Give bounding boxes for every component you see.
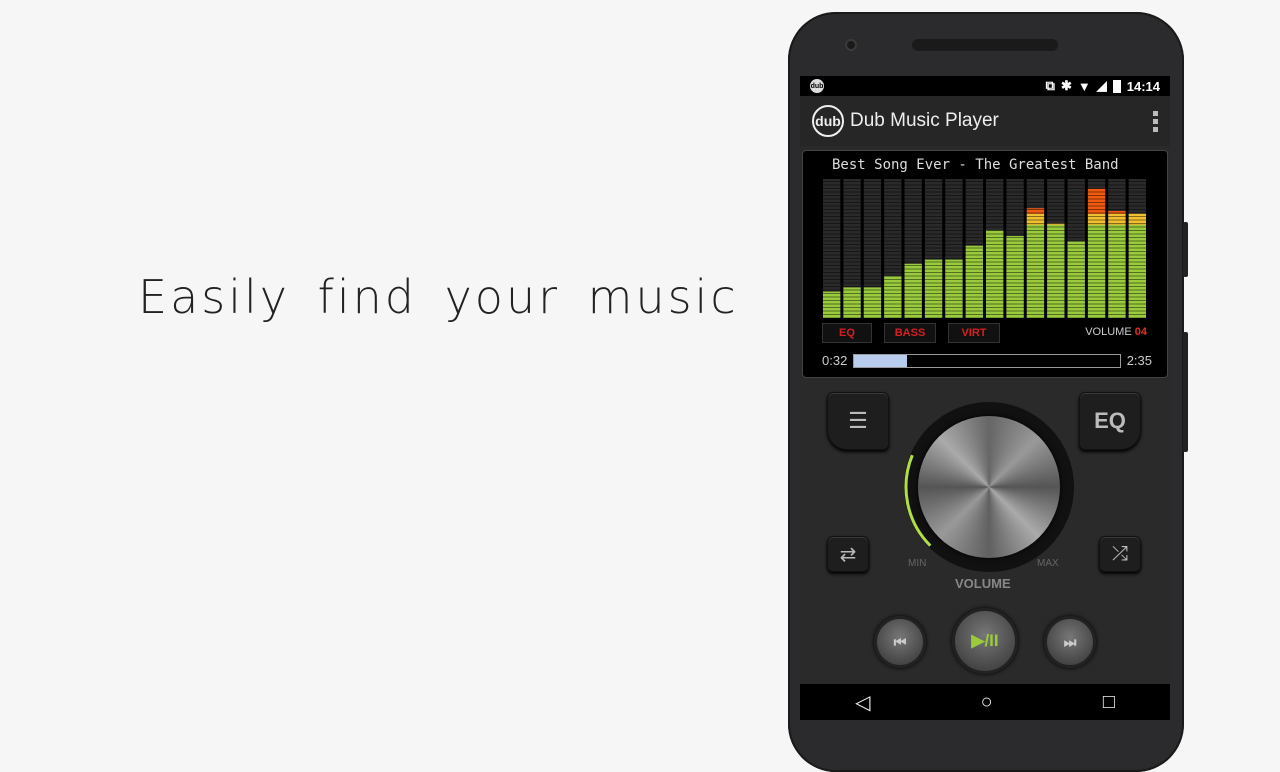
min-label: MIN xyxy=(908,558,927,569)
power-button xyxy=(1183,222,1188,277)
eq-scanline xyxy=(822,258,1148,259)
eq-scanline xyxy=(822,205,1148,207)
eq-scanline xyxy=(822,237,1148,238)
equalizer-visualizer xyxy=(822,179,1148,318)
eq-scanline xyxy=(822,307,1148,308)
volume-value: 04 xyxy=(1134,326,1147,338)
home-button[interactable]: ○ xyxy=(981,691,993,714)
volume-caption: VOLUME xyxy=(955,576,1011,591)
eq-scanline xyxy=(822,230,1148,231)
wifi-icon: ▼ xyxy=(1077,78,1091,94)
eq-scanline xyxy=(822,212,1148,214)
eq-scanline xyxy=(822,209,1148,210)
eq-scanline xyxy=(822,195,1148,196)
shuffle-icon: ⤮ xyxy=(1112,542,1128,565)
eq-scanline xyxy=(822,279,1148,280)
eq-scanline xyxy=(822,268,1148,270)
dub-notification-icon: dub xyxy=(810,79,824,93)
back-button[interactable]: ◁ xyxy=(855,690,870,715)
repeat-button[interactable]: ⇄ xyxy=(827,536,869,572)
seek-fill xyxy=(854,354,908,367)
volume-knob[interactable] xyxy=(918,416,1060,558)
eq-scanline xyxy=(822,314,1148,315)
next-button[interactable]: ⏭ xyxy=(1044,616,1096,668)
eq-button[interactable]: EQ xyxy=(1079,392,1141,450)
volume-label: VOLUME xyxy=(1085,326,1132,338)
eq-scanline xyxy=(822,188,1148,189)
list-icon: ☰ xyxy=(848,408,868,433)
eq-bar-level xyxy=(843,287,861,318)
bass-toggle[interactable]: BASS xyxy=(884,323,936,343)
eq-scanline xyxy=(822,286,1148,287)
camera xyxy=(845,39,857,51)
repeat-icon: ⇄ xyxy=(839,543,857,566)
eq-scanline xyxy=(822,275,1148,277)
eq-scanline xyxy=(822,247,1148,249)
eq-scanline xyxy=(822,293,1148,294)
eq-scanline xyxy=(822,198,1148,200)
eq-scanline xyxy=(822,181,1148,182)
player-display: Best Song Ever - The Greatest Band EQ BA… xyxy=(802,150,1168,378)
eq-scanline xyxy=(822,310,1148,312)
eq-scanline xyxy=(822,303,1148,305)
eq-scanline xyxy=(822,272,1148,273)
max-label: MAX xyxy=(1037,558,1059,569)
eq-scanline xyxy=(822,223,1148,224)
status-bar: dub ⧉ ✱ ▼ ◢ 14:14 xyxy=(800,76,1170,96)
eq-bar-level xyxy=(904,263,922,318)
eq-scanline xyxy=(822,289,1148,291)
eq-scanline xyxy=(822,233,1148,235)
eq-scanline xyxy=(822,191,1148,193)
previous-button[interactable]: ⏮ xyxy=(874,616,926,668)
eq-scanline xyxy=(822,300,1148,301)
eq-scanline xyxy=(822,202,1148,203)
play-pause-button[interactable]: ▶/II xyxy=(952,608,1018,674)
eq-scanline xyxy=(822,265,1148,266)
eq-bar-level xyxy=(945,259,963,318)
eq-scanline xyxy=(822,244,1148,245)
volume-readout: VOLUME 04 xyxy=(1085,326,1147,338)
seek-bar[interactable] xyxy=(853,353,1121,368)
eq-scanline xyxy=(822,240,1148,242)
shuffle-button[interactable]: ⤮ xyxy=(1099,536,1141,572)
signal-icon: ◢ xyxy=(1096,78,1107,93)
speaker xyxy=(912,39,1058,51)
eq-scanline xyxy=(822,219,1148,221)
volume-knob-ring[interactable] xyxy=(904,402,1074,572)
battery-icon xyxy=(1112,79,1121,93)
eq-scanline xyxy=(822,261,1148,263)
eq-bar-level xyxy=(924,259,943,318)
eq-scanline xyxy=(822,296,1148,298)
eq-scanline xyxy=(822,254,1148,256)
clock: 14:14 xyxy=(1126,78,1160,94)
app-title: Dub Music Player xyxy=(850,110,999,131)
controls-panel: ☰ EQ ⇄ ⤮ MIN MAX VOLUME ⏮ ▶/II ⏭ xyxy=(800,384,1170,684)
eq-scanline xyxy=(822,282,1148,284)
eq-scanline xyxy=(822,317,1148,318)
song-title: Best Song Ever - The Greatest Band xyxy=(832,157,1119,173)
eq-scanline xyxy=(822,184,1148,186)
overflow-menu-icon[interactable] xyxy=(1153,110,1158,132)
virt-toggle[interactable]: VIRT xyxy=(948,323,1000,343)
recents-button[interactable]: □ xyxy=(1103,691,1115,714)
eq-scanline xyxy=(822,226,1148,228)
eq-bar-level xyxy=(863,287,882,318)
screen: dub ⧉ ✱ ▼ ◢ 14:14 dub Dub Music Player B… xyxy=(800,76,1170,720)
eq-scanline xyxy=(822,216,1148,217)
app-logo: dub xyxy=(812,105,844,137)
elapsed-time: 0:32 xyxy=(822,353,848,368)
eq-toggle[interactable]: EQ xyxy=(822,323,872,343)
eq-bar-level xyxy=(986,230,1004,318)
cast-icon: ⧉ xyxy=(1045,78,1055,93)
total-time: 2:35 xyxy=(1126,353,1152,368)
playlist-button[interactable]: ☰ xyxy=(827,392,889,450)
tagline: Easily find your music xyxy=(138,270,739,324)
navigation-bar: ◁ ○ □ xyxy=(800,684,1170,720)
eq-scanline xyxy=(822,251,1148,252)
bluetooth-icon: ✱ xyxy=(1060,78,1072,93)
app-bar: dub Dub Music Player xyxy=(800,96,1170,146)
volume-rocker xyxy=(1183,332,1188,452)
